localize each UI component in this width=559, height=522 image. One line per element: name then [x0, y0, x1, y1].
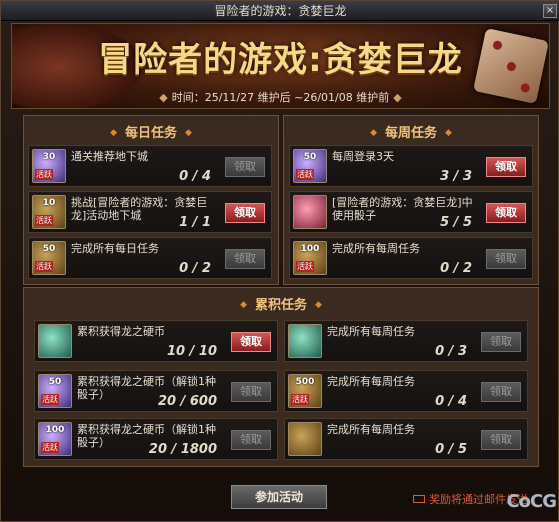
mail-icon: [413, 495, 425, 503]
coin-box-icon: [38, 324, 72, 358]
activity-points-icon: 50 活跃: [38, 374, 72, 408]
claim-button[interactable]: 领取: [231, 382, 271, 402]
chest-icon: [288, 422, 322, 456]
close-button[interactable]: ×: [543, 4, 557, 18]
task-progress: 1 / 1: [179, 215, 211, 230]
cumulative-task: 100 活跃 累积获得龙之硬币（解锁1种骰子） 20 / 1800 领取: [34, 418, 278, 460]
activity-points-icon: 100 活跃: [293, 241, 327, 275]
watermark-logo: CoCG: [506, 491, 557, 512]
activity-points-icon: 30 活跃: [32, 149, 66, 183]
task-name: 完成所有每周任务: [327, 423, 415, 436]
task-progress: 20 / 600: [157, 394, 217, 409]
claim-button[interactable]: 领取: [231, 430, 271, 450]
task-name: 完成所有每周任务: [332, 242, 420, 255]
claim-button[interactable]: 领取: [481, 332, 521, 352]
weekly-header: ◆ 每周任务 ◆: [370, 126, 452, 141]
join-event-button[interactable]: 参加活动: [231, 485, 327, 509]
claim-button[interactable]: 领取: [486, 249, 526, 269]
claim-button[interactable]: 领取: [225, 157, 265, 177]
cumulative-task: 完成所有每周任务 0 / 3 领取: [284, 320, 528, 362]
cumulative-task: 500 活跃 完成所有每周任务 0 / 4 领取: [284, 370, 528, 412]
window-titlebar[interactable]: 冒险者的游戏：贪婪巨龙 ×: [1, 1, 559, 21]
task-name: 完成所有每周任务: [327, 375, 415, 388]
weekly-task: [冒险者的游戏：贪婪巨龙]中使用骰子 5 / 5 领取: [289, 191, 533, 233]
activity-points-icon: 50 活跃: [293, 149, 327, 183]
window-title: 冒险者的游戏：贪婪巨龙: [214, 4, 347, 18]
claim-button[interactable]: 领取: [225, 249, 265, 269]
task-progress: 0 / 2: [179, 261, 211, 276]
claim-button[interactable]: 领取: [481, 382, 521, 402]
task-progress: 3 / 3: [440, 169, 472, 184]
cumulative-task: 完成所有每周任务 0 / 5 领取: [284, 418, 528, 460]
activity-points-icon: 100 活跃: [38, 422, 72, 456]
task-progress: 0 / 4: [179, 169, 211, 184]
task-name: 每周登录3天: [332, 150, 394, 163]
daily-task: 50 活跃 完成所有每日任务 0 / 2 领取: [28, 237, 272, 279]
weekly-task: 50 活跃 每周登录3天 3 / 3 领取: [289, 145, 533, 187]
task-progress: 0 / 3: [435, 344, 467, 359]
daily-task: 10 活跃 挑战[冒险者的游戏：贪婪巨龙]活动地下城 1 / 1 领取: [28, 191, 272, 233]
daily-task: 30 活跃 通关推荐地下城 0 / 4 领取: [28, 145, 272, 187]
cumulative-header: ◆ 累积任务 ◆: [240, 298, 322, 313]
activity-points-icon: 500 活跃: [288, 374, 322, 408]
task-progress: 10 / 10: [167, 344, 217, 359]
claim-button[interactable]: 领取: [481, 430, 521, 450]
task-progress: 20 / 1800: [148, 442, 217, 457]
event-banner: 冒险者的游戏:贪婪巨龙 ◆ 时间：25/11/27 维护后 ~26/01/08 维…: [11, 23, 550, 109]
activity-points-icon: 50 活跃: [32, 241, 66, 275]
claim-button[interactable]: 领取: [225, 203, 265, 223]
event-time: ◆ 时间：25/11/27 维护后 ~26/01/08 维护前 ◆: [159, 91, 402, 104]
task-progress: 0 / 4: [435, 394, 467, 409]
claim-button[interactable]: 领取: [486, 203, 526, 223]
task-name: 完成所有每周任务: [327, 325, 415, 338]
task-progress: 5 / 5: [440, 215, 472, 230]
claim-button[interactable]: 领取: [231, 332, 271, 352]
task-name: 完成所有每日任务: [71, 242, 159, 255]
task-name: 通关推荐地下城: [71, 150, 148, 163]
claim-button[interactable]: 领取: [486, 157, 526, 177]
task-progress: 0 / 5: [435, 442, 467, 457]
cumulative-task: 50 活跃 累积获得龙之硬币（解锁1种骰子） 20 / 600 领取: [34, 370, 278, 412]
task-name: 累积获得龙之硬币: [77, 325, 165, 338]
gem-icon: [293, 195, 327, 229]
event-title: 冒险者的游戏:贪婪巨龙: [98, 40, 463, 80]
weekly-task: 100 活跃 完成所有每周任务 0 / 2 领取: [289, 237, 533, 279]
event-window: 冒险者的游戏：贪婪巨龙 × 冒险者的游戏:贪婪巨龙 ◆ 时间：25/11/27 维…: [0, 0, 559, 522]
cumulative-task: 累积获得龙之硬币 10 / 10 领取: [34, 320, 278, 362]
task-progress: 0 / 2: [440, 261, 472, 276]
daily-header: ◆ 每日任务 ◆: [110, 126, 192, 141]
activity-points-icon: 10 活跃: [32, 195, 66, 229]
coin-box-icon: [288, 324, 322, 358]
